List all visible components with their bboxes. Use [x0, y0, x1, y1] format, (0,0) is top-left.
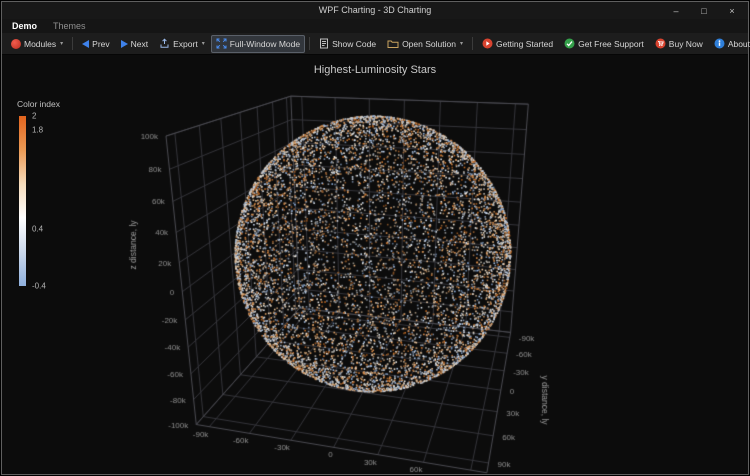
maximize-button[interactable]: □: [690, 2, 718, 19]
getting-started-button[interactable]: Getting Started: [477, 35, 558, 53]
show-code-icon: [319, 38, 329, 49]
toolbar-separator: [472, 37, 473, 50]
toolbar-separator: [309, 37, 310, 50]
show-code-button[interactable]: Show Code: [314, 35, 381, 53]
window-controls: – □ ×: [662, 2, 746, 19]
prev-arrow-icon: [82, 40, 89, 48]
about-icon: [714, 38, 725, 49]
color-legend: Color index 21.80.4-0.4: [17, 99, 60, 286]
chart-panel: Highest-Luminosity Stars Color index 2 1.…: [2, 55, 748, 474]
close-button[interactable]: ×: [718, 2, 746, 19]
about-button[interactable]: About: [709, 35, 750, 53]
window-title: WPF Charting - 3D Charting: [2, 2, 748, 19]
prev-button[interactable]: Prev: [77, 35, 114, 53]
menu-tabs: Demo Themes: [12, 19, 86, 33]
modules-icon: [11, 39, 21, 49]
app-window: WPF Charting - 3D Charting – □ × Demo Th…: [0, 0, 750, 476]
legend-tick-label: 0.4: [32, 225, 43, 234]
legend-gradient-bar: [19, 116, 26, 286]
minimize-button[interactable]: –: [662, 2, 690, 19]
legend-tick-label: -0.4: [32, 282, 46, 291]
get-free-support-icon: [564, 38, 575, 49]
modules-button[interactable]: Modules ▾: [6, 35, 68, 53]
about-label: About: [728, 39, 750, 49]
get-free-support-button[interactable]: Get Free Support: [559, 35, 649, 53]
next-arrow-icon: [121, 40, 128, 48]
modules-label: Modules: [24, 39, 56, 49]
open-solution-label: Open Solution: [402, 39, 456, 49]
legend-title: Color index: [17, 99, 60, 109]
export-button[interactable]: Export ▾: [154, 35, 210, 53]
full-window-mode-label: Full-Window Mode: [230, 39, 300, 49]
toolbar-separator: [72, 37, 73, 50]
prev-label: Prev: [92, 39, 109, 49]
getting-started-label: Getting Started: [496, 39, 553, 49]
full-window-mode-button[interactable]: Full-Window Mode: [211, 35, 305, 53]
legend-ticks: 21.80.4-0.4: [32, 116, 62, 286]
window-frame: WPF Charting - 3D Charting – □ × Demo Th…: [1, 1, 749, 475]
caret-down-icon: ▾: [202, 40, 205, 47]
buy-now-icon: [655, 38, 666, 49]
titlebar[interactable]: WPF Charting - 3D Charting – □ ×: [2, 2, 748, 19]
open-solution-icon: [387, 39, 399, 49]
open-solution-button[interactable]: Open Solution ▾: [382, 35, 468, 53]
next-button[interactable]: Next: [116, 35, 153, 53]
legend-body: 21.80.4-0.4: [17, 116, 60, 286]
buy-now-button[interactable]: Buy Now: [650, 35, 708, 53]
show-code-label: Show Code: [332, 39, 376, 49]
buy-now-label: Buy Now: [669, 39, 703, 49]
export-label: Export: [173, 39, 198, 49]
toolbar: Modules ▾ Prev Next Export ▾: [2, 33, 748, 55]
export-icon: [159, 38, 170, 49]
scatter3d-canvas[interactable]: [2, 55, 748, 474]
chart-title: Highest-Luminosity Stars: [2, 64, 748, 76]
next-label: Next: [131, 39, 148, 49]
getting-started-icon: [482, 38, 493, 49]
tab-themes[interactable]: Themes: [53, 21, 86, 31]
get-free-support-label: Get Free Support: [578, 39, 644, 49]
caret-down-icon: ▾: [60, 40, 63, 47]
caret-down-icon: ▾: [460, 40, 463, 47]
legend-tick-label: 1.8: [32, 126, 43, 135]
tab-demo[interactable]: Demo: [12, 21, 37, 31]
legend-tick-label: 2: [32, 112, 36, 121]
full-window-icon: [216, 38, 227, 49]
